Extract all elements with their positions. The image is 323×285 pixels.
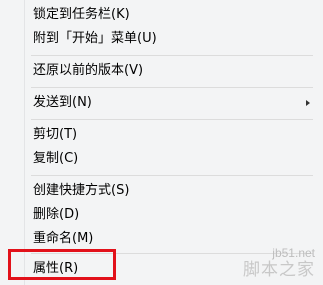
menu-item-label: 锁定到任务栏(K): [33, 7, 130, 22]
menu-item-cut[interactable]: 剪切(T): [0, 124, 323, 146]
menu-item-copy[interactable]: 复制(C): [0, 148, 323, 170]
watermark-name: 脚本之家: [243, 260, 315, 280]
menu-item-pin-to-start[interactable]: 附到「开始」菜单(U): [0, 28, 323, 50]
menu-item-create-shortcut[interactable]: 创建快捷方式(S): [0, 180, 323, 202]
watermark-domain: jb51.net: [272, 246, 315, 260]
menu-separator: [31, 119, 313, 120]
menu-item-label: 删除(D): [33, 207, 80, 222]
menu-item-label: 重命名(M): [33, 231, 94, 246]
menu-item-label: 创建快捷方式(S): [33, 183, 130, 198]
menu-item-label: 还原以前的版本(V): [33, 63, 144, 78]
menu-separator: [31, 55, 313, 56]
menu-item-label: 发送到(N): [33, 95, 92, 110]
menu-item-label: 剪切(T): [33, 127, 78, 142]
menu-item-delete[interactable]: 删除(D): [0, 204, 323, 226]
menu-item-send-to[interactable]: 发送到(N): [0, 92, 323, 114]
highlight-box: [8, 249, 116, 280]
menu-item-label: 附到「开始」菜单(U): [33, 31, 157, 46]
menu-item-restore-previous-versions[interactable]: 还原以前的版本(V): [0, 60, 323, 82]
context-menu: 锁定到任务栏(K) 附到「开始」菜单(U) 还原以前的版本(V) 发送到(N) …: [0, 0, 323, 285]
menu-item-pin-to-taskbar[interactable]: 锁定到任务栏(K): [0, 4, 323, 26]
menu-separator: [31, 87, 313, 88]
chevron-right-icon: [306, 100, 310, 106]
menu-item-label: 复制(C): [33, 151, 79, 166]
watermark: jb51.net 脚本之家: [243, 246, 315, 280]
menu-separator: [31, 175, 313, 176]
